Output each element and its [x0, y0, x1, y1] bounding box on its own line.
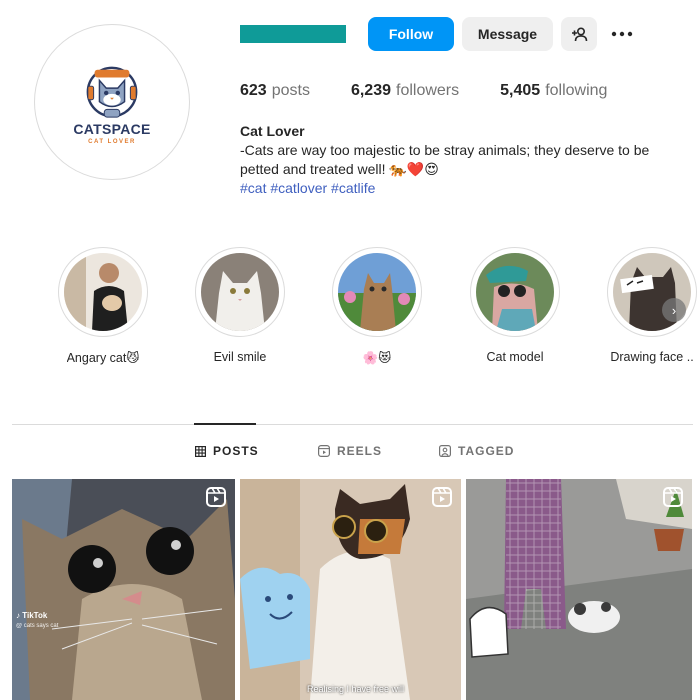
tiktok-watermark-label: TikTok	[22, 611, 48, 620]
bio-line-1: -Cats are way too majestic to be stray a…	[240, 142, 650, 158]
tab-posts-label: POSTS	[213, 444, 259, 458]
profile-bio: Cat Lover -Cats are way too majestic to …	[240, 122, 680, 198]
tab-tagged[interactable]: TAGGED	[439, 444, 514, 458]
reel-icon	[206, 487, 226, 512]
post-tile[interactable]: Realising I have free will	[240, 479, 461, 700]
highlight-ring	[332, 247, 422, 337]
bio-name: Cat Lover	[240, 123, 305, 139]
profile-stats: 623 posts 6,239 followers 5,405 following	[240, 82, 648, 100]
highlight-thumbnail	[201, 253, 279, 331]
post-tile[interactable]: ♪ TikTok @ cats says cat	[12, 479, 235, 700]
more-horizontal-icon	[611, 31, 633, 37]
message-button[interactable]: Message	[462, 17, 553, 51]
tiktok-watermark-handle: @ cats says cat	[16, 623, 59, 629]
tagged-icon	[439, 445, 451, 457]
highlight-ring	[195, 247, 285, 337]
reel-icon	[663, 487, 683, 512]
post-caption: Realising I have free will	[307, 684, 405, 694]
tab-reels-label: REELS	[337, 444, 383, 458]
followers-count: 6,239	[350, 82, 391, 99]
tab-posts[interactable]: POSTS	[195, 444, 259, 458]
chevron-right-icon: ›	[671, 302, 677, 318]
tab-tagged-label: TAGGED	[458, 444, 515, 458]
follow-button[interactable]: Follow	[368, 17, 454, 51]
highlight-item[interactable]: Cat model	[460, 247, 570, 364]
highlight-label: Angary cat😼	[66, 351, 140, 365]
profile-avatar[interactable]: CATSPACE CAT LOVER	[34, 24, 190, 180]
following-label: following	[545, 82, 608, 99]
highlight-ring	[470, 247, 560, 337]
highlight-thumbnail	[64, 253, 142, 331]
tiktok-icon: ♪	[16, 611, 20, 620]
post-image	[240, 479, 461, 700]
suggest-accounts-button[interactable]	[561, 17, 597, 51]
posts-label: posts	[271, 82, 310, 99]
posts-stat: 623 posts	[240, 82, 310, 100]
tabs-divider	[12, 424, 693, 425]
reels-icon	[318, 445, 330, 457]
highlight-ring	[58, 247, 148, 337]
highlight-label: 🌸😻	[362, 351, 392, 365]
highlight-item[interactable]: 🌸😻	[322, 247, 432, 366]
person-add-icon	[571, 26, 587, 41]
more-options-button[interactable]	[605, 17, 639, 51]
highlight-item[interactable]: Angary cat😼	[48, 247, 158, 365]
highlight-label: Drawing face ..	[610, 350, 694, 364]
post-image	[12, 479, 235, 700]
posts-grid: ♪ TikTok @ cats says cat Realising I hav…	[12, 479, 692, 700]
following-count: 5,405	[500, 82, 541, 99]
logo-title: CATSPACE	[73, 121, 151, 137]
highlight-ring	[607, 247, 697, 337]
reel-icon	[432, 487, 452, 512]
highlight-label: Evil smile	[213, 350, 267, 364]
post-image	[466, 479, 692, 700]
following-stat[interactable]: 5,405 following	[500, 82, 607, 100]
logo-subtitle: CAT LOVER	[88, 139, 136, 145]
active-tab-indicator	[194, 423, 256, 425]
highlight-thumbnail	[476, 253, 554, 331]
astronaut-cat-logo-icon	[86, 66, 138, 118]
highlights-next-button[interactable]: ›	[662, 298, 686, 322]
highlight-thumbnail	[338, 253, 416, 331]
posts-count: 623	[240, 82, 267, 99]
post-tile[interactable]	[466, 479, 692, 700]
username-redacted	[240, 25, 346, 43]
followers-label: followers	[396, 82, 460, 99]
tiktok-watermark: ♪ TikTok @ cats says cat	[16, 611, 58, 631]
bio-line-2: petted and treated well! 🐅❤️😍	[240, 161, 439, 177]
story-highlights: Angary cat😼 Evil smile 🌸😻 Cat model Draw…	[0, 247, 700, 377]
highlight-label: Cat model	[486, 350, 544, 364]
tab-reels[interactable]: REELS	[318, 444, 382, 458]
followers-stat[interactable]: 6,239 followers	[351, 82, 459, 100]
highlight-item[interactable]: Evil smile	[185, 247, 295, 364]
grid-icon	[195, 445, 206, 457]
bio-hashtags[interactable]: #cat #catlover #catlife	[240, 179, 680, 198]
